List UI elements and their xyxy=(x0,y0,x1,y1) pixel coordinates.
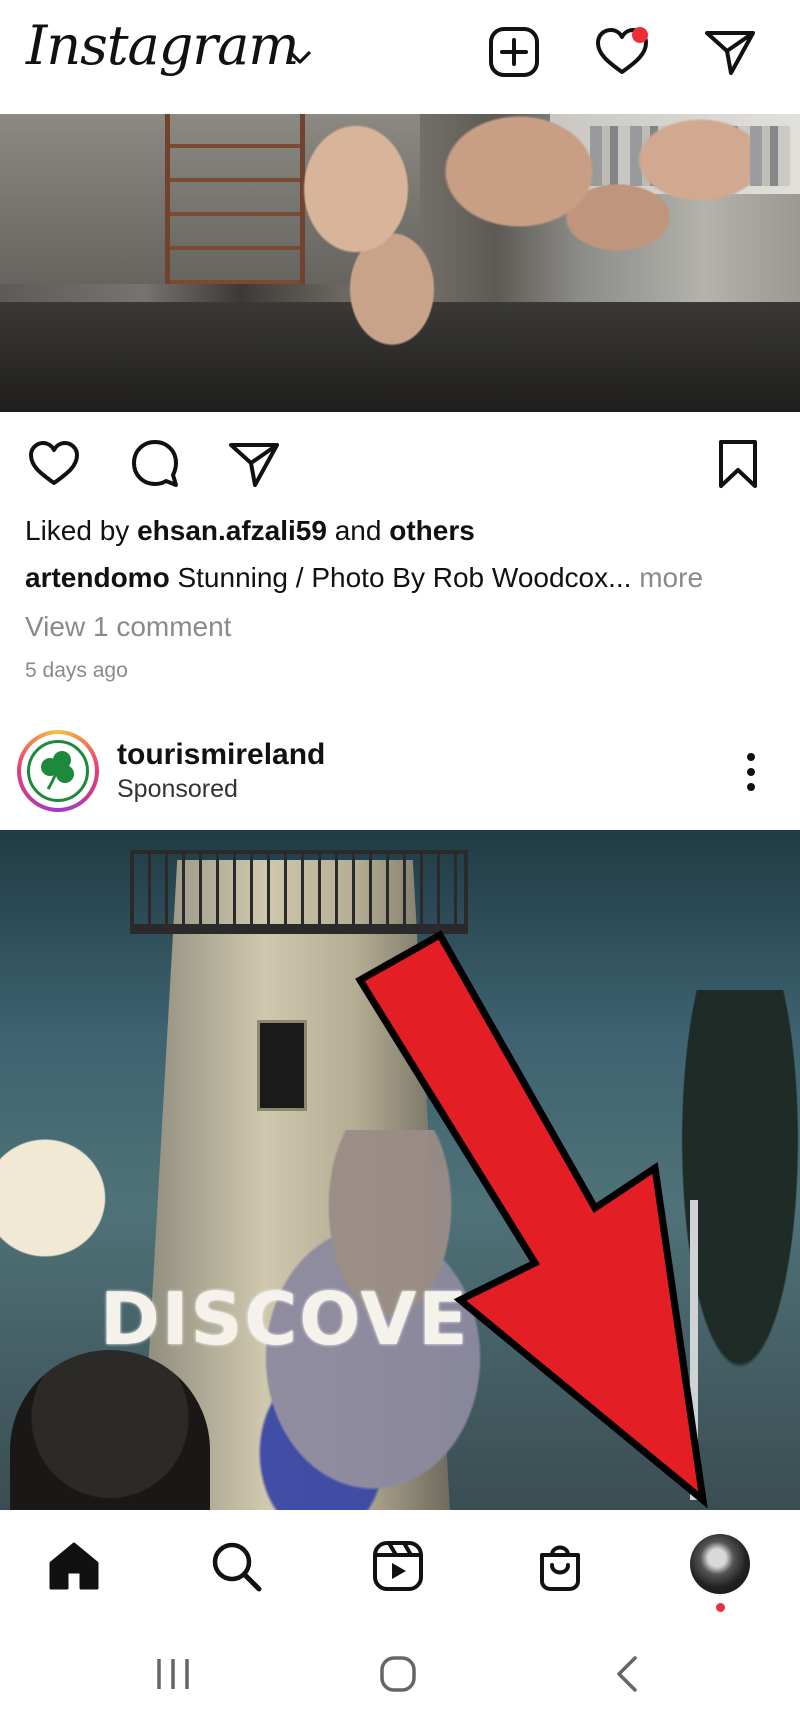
post-image[interactable] xyxy=(0,114,800,412)
liked-by-user[interactable]: ehsan.afzali59 xyxy=(137,515,327,546)
caption-more-link[interactable]: more xyxy=(639,562,703,593)
post-caption: artendomo Stunning / Photo By Rob Woodco… xyxy=(25,562,703,594)
back-icon[interactable] xyxy=(596,1652,656,1696)
instagram-logo[interactable]: Instagram xyxy=(26,14,299,77)
caption-username[interactable]: artendomo xyxy=(25,562,170,593)
liked-by-others[interactable]: others xyxy=(389,515,475,546)
post-timestamp: 5 days ago xyxy=(25,659,128,682)
activity-heart-icon[interactable] xyxy=(594,24,650,80)
search-icon[interactable] xyxy=(206,1536,266,1596)
caption-text: Stunning / Photo By Rob Woodcox... xyxy=(177,562,632,593)
liked-by-and: and xyxy=(334,515,382,546)
save-bookmark-icon[interactable] xyxy=(710,436,766,492)
post-username[interactable]: tourismireland xyxy=(117,738,325,772)
view-comments-link[interactable]: View 1 comment xyxy=(25,611,231,643)
top-header: Instagram xyxy=(0,0,800,114)
home-button-icon[interactable] xyxy=(368,1652,428,1696)
share-icon[interactable] xyxy=(226,436,282,492)
chevron-down-icon[interactable] xyxy=(288,50,312,71)
recent-apps-icon[interactable] xyxy=(143,1652,203,1696)
new-post-icon[interactable] xyxy=(486,24,542,80)
red-arrow-annotation xyxy=(355,930,715,1515)
home-icon[interactable] xyxy=(44,1536,104,1596)
profile-notification-dot xyxy=(716,1603,725,1612)
sponsored-label: Sponsored xyxy=(117,775,238,803)
direct-message-icon[interactable] xyxy=(702,24,758,80)
shop-icon[interactable] xyxy=(530,1536,590,1596)
shamrock-logo-icon xyxy=(27,740,89,802)
reels-icon[interactable] xyxy=(368,1536,428,1596)
comment-icon[interactable] xyxy=(127,436,183,492)
sponsor-avatar[interactable] xyxy=(17,730,99,812)
more-options-icon[interactable] xyxy=(736,752,766,792)
profile-avatar[interactable] xyxy=(690,1534,750,1594)
like-icon[interactable] xyxy=(26,436,82,492)
liked-by-prefix: Liked by xyxy=(25,515,130,546)
likes-summary: Liked by ehsan.afzali59 and others xyxy=(25,515,475,547)
